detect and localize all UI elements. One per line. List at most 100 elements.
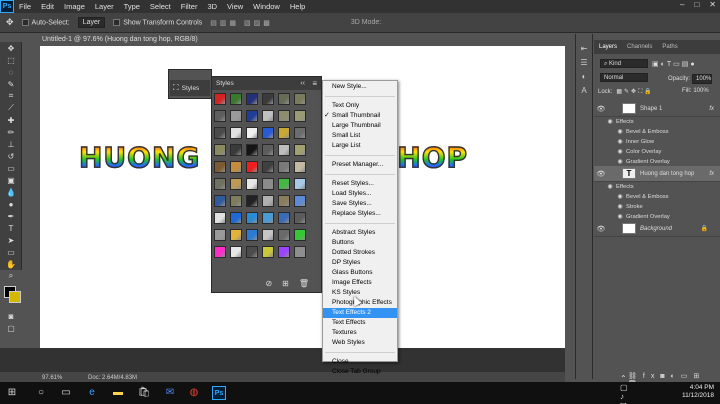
panel-menu-icon[interactable]: ≡	[312, 77, 317, 90]
move-tool-icon[interactable]: ✥	[0, 42, 22, 54]
move-tool-icon[interactable]: ✥	[6, 17, 14, 28]
eye-icon[interactable]: 👁	[594, 170, 608, 178]
new-style-icon[interactable]: ⊞	[282, 279, 289, 288]
mail-icon[interactable]: ✉	[164, 386, 176, 398]
eye-icon[interactable]: ◉	[604, 119, 616, 125]
style-swatch[interactable]	[278, 178, 290, 190]
file-explorer-icon[interactable]: ▬	[112, 386, 124, 398]
style-swatch[interactable]	[262, 246, 274, 258]
style-swatch[interactable]	[246, 195, 258, 207]
layer-background[interactable]: 👁 Background 🔒	[594, 221, 720, 237]
menu-item[interactable]: ✓ Small Thumbnail	[323, 111, 397, 121]
delete-style-icon[interactable]: 🗑	[299, 279, 309, 288]
menu-item[interactable]: Web Styles	[323, 338, 397, 348]
style-swatch[interactable]	[214, 110, 226, 122]
chrome-icon[interactable]: ◍	[188, 386, 200, 398]
align-icons[interactable]: ▤▥▦ ▧▨▩	[210, 19, 273, 27]
menu-item[interactable]: Buttons	[323, 238, 397, 248]
style-swatch[interactable]	[262, 195, 274, 207]
menu-filter[interactable]: Filter	[176, 2, 203, 11]
layer-huong-dan-tong-hop[interactable]: 👁 T Huong dan tong hop fx	[594, 166, 720, 182]
quick-mask-icon[interactable]: ◙	[0, 310, 22, 322]
transform-checkbox[interactable]: Show Transform Controls	[113, 18, 202, 26]
effects-group[interactable]: ◉ Effects	[604, 117, 720, 127]
fill-value[interactable]: 100%	[693, 88, 708, 94]
fill-control[interactable]: Fill: 100%	[682, 88, 709, 94]
style-swatch[interactable]	[214, 195, 226, 207]
color-swatches[interactable]	[0, 282, 21, 310]
lock-icon[interactable]: 🔒	[701, 225, 708, 232]
style-swatch[interactable]	[294, 195, 306, 207]
style-swatch[interactable]	[230, 144, 242, 156]
menu-select[interactable]: Select	[145, 2, 176, 11]
style-swatch[interactable]	[262, 161, 274, 173]
menu-file[interactable]: File	[14, 2, 36, 11]
style-swatch[interactable]	[214, 127, 226, 139]
eye-icon[interactable]: ◉	[614, 149, 626, 155]
style-swatch[interactable]	[246, 161, 258, 173]
dodge-tool-icon[interactable]: ●	[0, 198, 22, 210]
menu-image[interactable]: Image	[59, 2, 90, 11]
eye-icon[interactable]: ◉	[614, 159, 626, 165]
layer-name[interactable]: Shape 1	[640, 106, 662, 112]
eraser-tool-icon[interactable]: ▭	[0, 162, 22, 174]
style-swatch[interactable]	[278, 110, 290, 122]
menu-item[interactable]: Large Thumbnail	[323, 121, 397, 131]
style-swatch[interactable]	[294, 110, 306, 122]
menu-item[interactable]: Abstract Styles	[323, 228, 397, 238]
style-swatch[interactable]	[278, 161, 290, 173]
style-swatch[interactable]	[230, 246, 242, 258]
style-swatch[interactable]	[278, 144, 290, 156]
style-swatch[interactable]	[230, 161, 242, 173]
tab-layers[interactable]: Layers	[594, 44, 622, 50]
style-swatch[interactable]	[230, 93, 242, 105]
eye-icon[interactable]: ◉	[614, 214, 626, 220]
layer-name[interactable]: Huong dan tong hop	[640, 171, 694, 177]
effect-row[interactable]: ◉ Stroke	[614, 202, 720, 212]
eye-icon[interactable]: ◉	[614, 194, 626, 200]
tab-channels[interactable]: Channels	[622, 44, 657, 50]
effect-row[interactable]: ◉ Bevel & Emboss	[614, 127, 720, 137]
style-swatch[interactable]	[294, 144, 306, 156]
task-view-icon[interactable]: ▭	[60, 386, 72, 398]
healing-brush-icon[interactable]: ✚	[0, 114, 22, 126]
system-clock[interactable]: 4:04 PM 11/12/2018	[682, 384, 714, 400]
store-icon[interactable]: 🛍	[138, 386, 151, 398]
style-swatch[interactable]	[294, 246, 306, 258]
menu-item[interactable]: DP Styles	[323, 258, 397, 268]
quick-select-tool-icon[interactable]: ✎	[0, 78, 22, 90]
blur-tool-icon[interactable]: 💧	[0, 186, 22, 198]
style-swatch[interactable]	[214, 93, 226, 105]
auto-select-checkbox[interactable]: Auto-Select:	[21, 18, 70, 26]
style-swatch[interactable]	[214, 229, 226, 241]
eye-icon[interactable]: ◉	[614, 139, 626, 145]
menu-help[interactable]: Help	[285, 2, 310, 11]
menu-layer[interactable]: Layer	[90, 2, 119, 11]
style-swatch[interactable]	[214, 161, 226, 173]
style-swatch[interactable]	[294, 229, 306, 241]
marquee-tool-icon[interactable]: ⬚	[0, 54, 22, 66]
effect-row[interactable]: ◉ Inner Glow	[614, 137, 720, 147]
style-swatch[interactable]	[294, 127, 306, 139]
style-swatch[interactable]	[294, 212, 306, 224]
style-swatch[interactable]	[246, 93, 258, 105]
style-swatch[interactable]	[230, 195, 242, 207]
menu-item[interactable]: Text Only	[323, 101, 397, 111]
tab-paths[interactable]: Paths	[657, 44, 682, 50]
style-swatch[interactable]	[278, 127, 290, 139]
style-swatch[interactable]	[246, 246, 258, 258]
brush-tool-icon[interactable]: ✏	[0, 126, 22, 138]
photoshop-taskbar-icon[interactable]: Ps	[212, 386, 226, 400]
properties-icon[interactable]: ☰	[576, 56, 592, 70]
zoom-tool-icon[interactable]: ⌕	[0, 270, 22, 282]
style-swatch[interactable]	[294, 178, 306, 190]
maximize-icon[interactable]: □	[694, 0, 699, 9]
menu-window[interactable]: Window	[248, 2, 285, 11]
menu-item[interactable]: Reset Styles...	[323, 179, 397, 189]
style-swatch[interactable]	[262, 178, 274, 190]
gradient-tool-icon[interactable]: ▣	[0, 174, 22, 186]
auto-select-dropdown[interactable]: Layer	[77, 17, 106, 28]
type-tool-icon[interactable]: T	[0, 222, 22, 234]
menu-item[interactable]: New Style...	[323, 82, 397, 92]
blend-mode-select[interactable]: Normal	[600, 73, 648, 82]
